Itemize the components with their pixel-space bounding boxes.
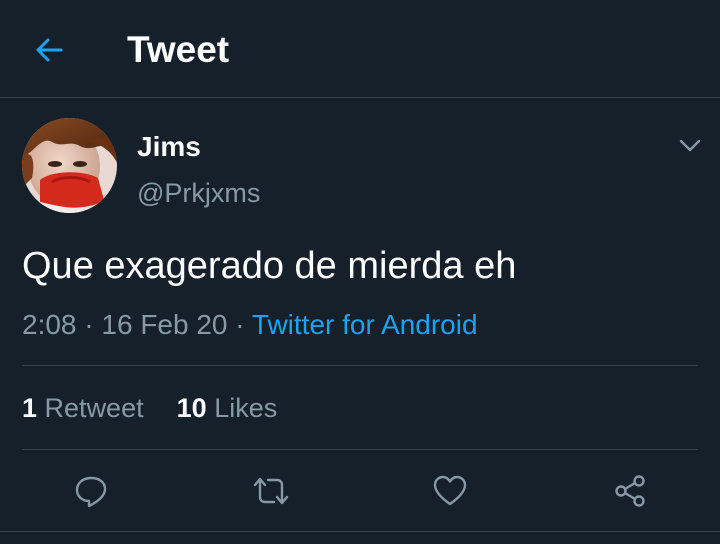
tweet-text: Que exagerado de mierda eh	[22, 245, 517, 287]
retweets-label: Retweet	[44, 393, 144, 423]
tweet-date: 16 Feb 20	[101, 309, 228, 340]
likes-label: Likes	[214, 393, 278, 423]
tweet-actions-bar	[0, 455, 720, 527]
likes-count: 10	[176, 393, 207, 423]
reply-icon	[75, 476, 107, 508]
tweet-stats: 1 Retweet 10 Likes	[22, 391, 277, 425]
tweet-meta: 2:08 · 16 Feb 20 · Twitter for Android	[22, 307, 478, 343]
meta-separator: ·	[235, 309, 245, 340]
divider	[22, 365, 698, 366]
bottom-divider	[0, 531, 720, 532]
page-title: Tweet	[127, 29, 230, 70]
meta-separator: ·	[84, 309, 94, 340]
retweets-stat[interactable]: 1 Retweet	[22, 393, 144, 423]
author-display-name[interactable]: Jims	[137, 130, 201, 164]
avatar[interactable]	[22, 118, 117, 213]
tweet-time: 2:08	[22, 309, 77, 340]
retweet-icon	[253, 477, 289, 505]
top-app-bar: Tweet	[0, 0, 720, 98]
like-button[interactable]	[426, 467, 474, 515]
back-button[interactable]	[22, 26, 76, 74]
retweets-count: 1	[22, 393, 38, 423]
share-icon	[615, 475, 645, 507]
likes-stat[interactable]: 10 Likes	[177, 393, 278, 423]
share-button[interactable]	[606, 467, 654, 515]
tweet-source-link[interactable]: Twitter for Android	[252, 309, 478, 340]
heart-icon	[433, 475, 467, 506]
reply-button[interactable]	[67, 467, 115, 515]
divider	[22, 449, 698, 450]
tweet-menu-button[interactable]	[672, 128, 708, 164]
retweet-button[interactable]	[247, 467, 295, 515]
arrow-left-icon	[36, 38, 63, 62]
author-handle[interactable]: @Prkjxms	[137, 176, 260, 210]
chevron-down-icon	[679, 139, 701, 152]
avatar-image	[22, 118, 117, 213]
